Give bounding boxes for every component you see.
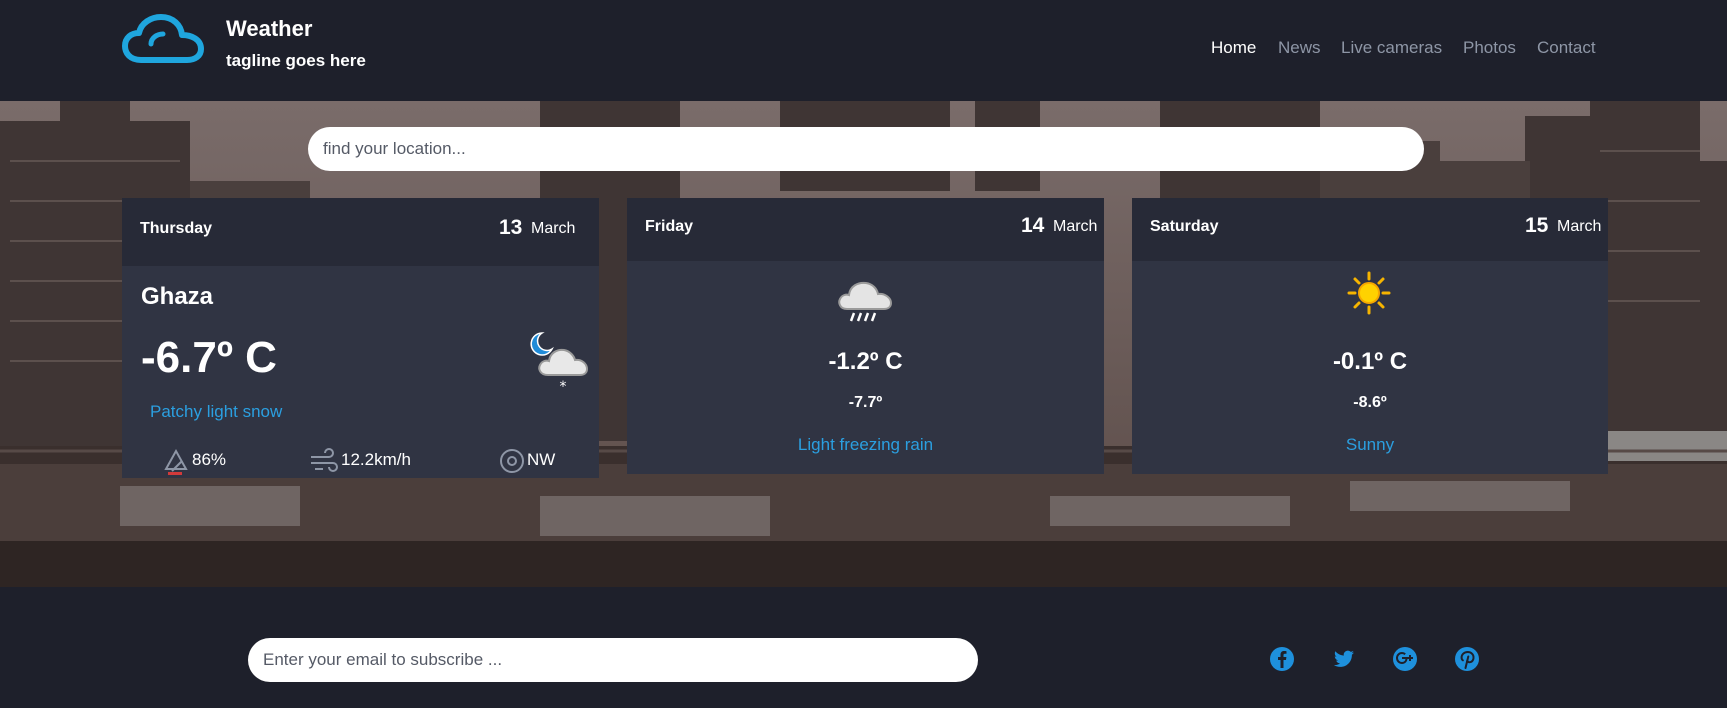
today-card-header: Thursday 13 March bbox=[122, 198, 599, 266]
nav-photos[interactable]: Photos bbox=[1463, 38, 1516, 58]
today-condition: Patchy light snow bbox=[150, 402, 283, 421]
forecast-condition: Sunny bbox=[1345, 435, 1395, 454]
humidity-icon bbox=[164, 448, 188, 475]
freezing-rain-icon bbox=[838, 281, 893, 322]
twitter-icon[interactable] bbox=[1330, 645, 1358, 673]
forecast-card-header: Friday 14 March bbox=[627, 198, 1104, 261]
today-day: Thursday bbox=[140, 220, 213, 237]
humidity-value: 86% bbox=[192, 450, 227, 469]
sun-icon bbox=[1347, 271, 1391, 315]
main-nav: Home News Live cameras Photos Contact bbox=[0, 38, 1727, 62]
forecast-condition: Light freezing rain bbox=[797, 435, 934, 454]
nav-contact[interactable]: Contact bbox=[1537, 38, 1596, 58]
forecast-date: 14 bbox=[1021, 214, 1045, 237]
wind-icon bbox=[311, 448, 338, 472]
nav-home[interactable]: Home bbox=[1211, 38, 1256, 58]
forecast-temperature: -1.2º C bbox=[828, 348, 903, 375]
svg-text:*: * bbox=[560, 379, 567, 395]
forecast-temperature: -0.1º C bbox=[1332, 348, 1408, 375]
forecast-low-temperature: -7.7º bbox=[848, 394, 883, 411]
wind-direction-value: NW bbox=[527, 450, 556, 469]
current-temperature: -6.7º C bbox=[141, 333, 277, 382]
city-name: Ghaza bbox=[141, 283, 214, 310]
night-snow-icon: * bbox=[530, 332, 589, 395]
site-footer bbox=[0, 587, 1727, 708]
nav-live-cameras[interactable]: Live cameras bbox=[1341, 38, 1442, 58]
hero-section: Thursday 13 March Ghaza -6.7º C * Patchy… bbox=[0, 101, 1727, 587]
today-month: March bbox=[531, 220, 576, 237]
forecast-card-header: Saturday 15 March bbox=[1132, 198, 1608, 261]
forecast-day: Friday bbox=[645, 218, 694, 235]
forecast-day: Saturday bbox=[1150, 218, 1219, 235]
forecast-month: March bbox=[1557, 218, 1602, 235]
today-card: Thursday 13 March Ghaza -6.7º C * Patchy… bbox=[122, 198, 599, 478]
facebook-icon[interactable] bbox=[1268, 645, 1296, 673]
wind-speed-value: 12.2km/h bbox=[341, 450, 411, 469]
compass-icon bbox=[500, 449, 524, 473]
google-plus-icon[interactable] bbox=[1391, 645, 1419, 673]
subscribe-email-input[interactable] bbox=[248, 638, 978, 682]
forecast-low-temperature: -8.6º bbox=[1353, 394, 1387, 411]
forecast-card-friday: Friday 14 March -1.2º C -7.7º Light free… bbox=[627, 198, 1104, 474]
pinterest-icon[interactable] bbox=[1453, 645, 1481, 673]
forecast-date: 15 bbox=[1525, 214, 1549, 237]
site-header: Weather tagline goes here Home News Live… bbox=[0, 0, 1727, 101]
nav-news[interactable]: News bbox=[1278, 38, 1321, 58]
forecast-card-saturday: Saturday 15 March -0.1º C -8.6º Sunny bbox=[1132, 198, 1608, 474]
forecast-month: March bbox=[1053, 218, 1098, 235]
today-date: 13 bbox=[499, 216, 523, 239]
location-search-input[interactable] bbox=[308, 127, 1424, 171]
